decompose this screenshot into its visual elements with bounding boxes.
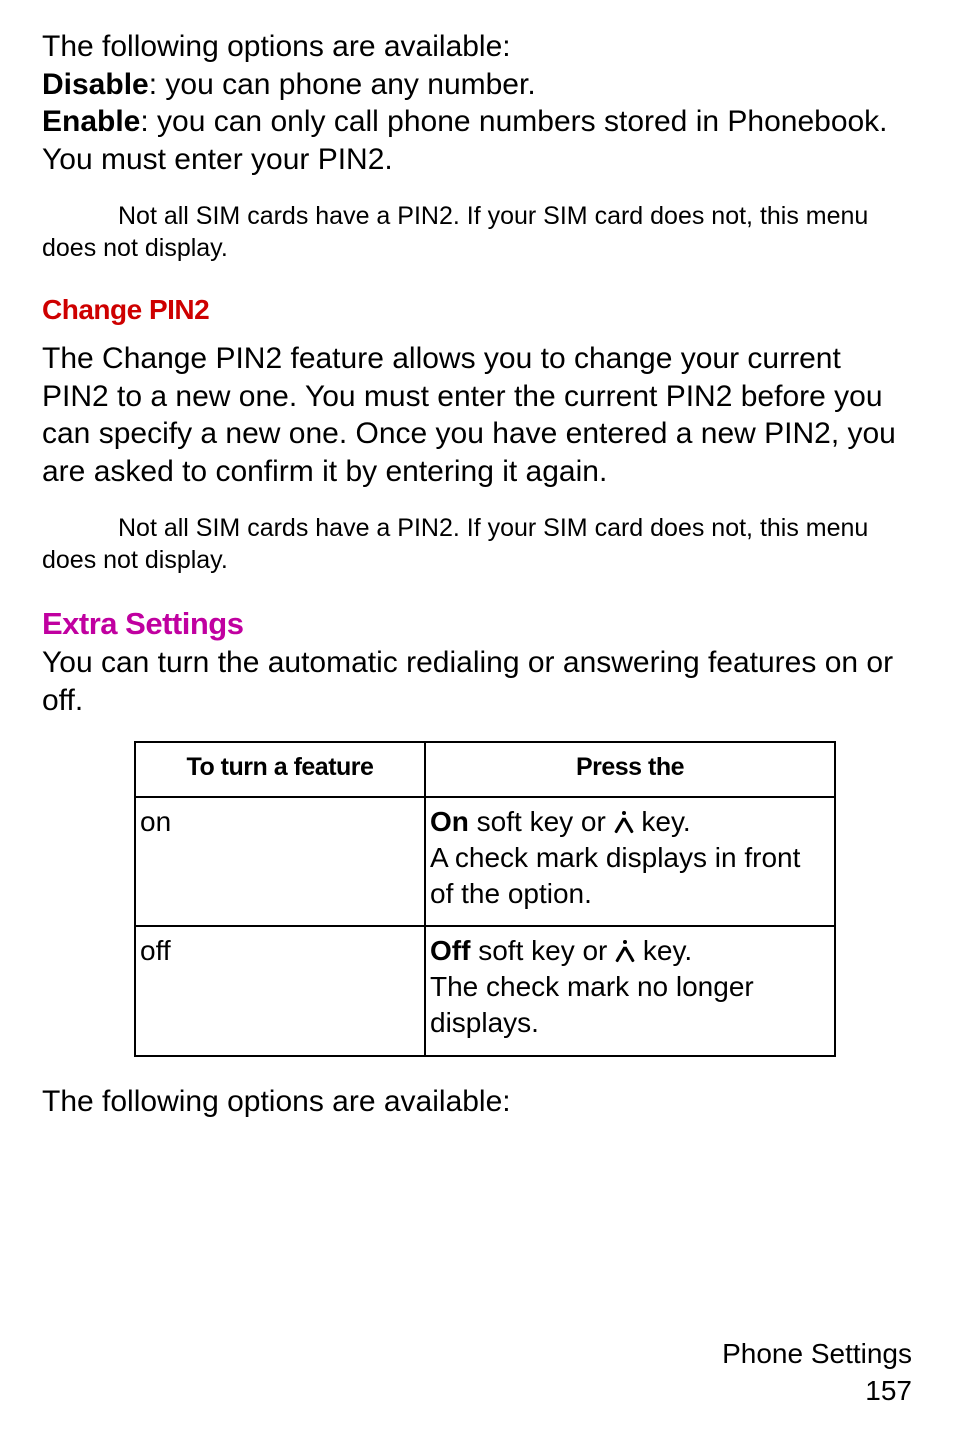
feature-table: To turn a feature Press the on On soft k…	[134, 741, 836, 1057]
intro-line1: The following options are available:	[42, 30, 511, 63]
page-footer: Phone Settings 157	[722, 1336, 912, 1409]
table-head-right: Press the	[425, 742, 835, 797]
change-pin2-para: The Change PIN2 feature allows you to ch…	[42, 340, 912, 490]
table-cell-off-left: off	[135, 926, 425, 1055]
footer-title: Phone Settings	[722, 1338, 912, 1369]
intro-disable-rest: : you can phone any number.	[149, 68, 536, 101]
heading-extra-settings: Extra Settings	[42, 606, 912, 642]
footer-page-number: 157	[865, 1375, 912, 1406]
table-cell-off-right: Off soft key or key. The check mark no l…	[425, 926, 835, 1055]
off-bold: Off	[430, 935, 470, 966]
table-cell-on-right: On soft key or key. A check mark display…	[425, 797, 835, 926]
table-row: on On soft key or key. A check mark disp…	[135, 797, 835, 926]
table-cell-on-left: on	[135, 797, 425, 926]
note2-line1: Not all SIM cards have a PIN2. If your S…	[118, 514, 868, 542]
off-tail: key.	[635, 935, 692, 966]
table-row: off Off soft key or key. The check mark …	[135, 926, 835, 1055]
nav-key-icon	[614, 811, 634, 833]
note1-line2: does not display.	[42, 232, 912, 264]
off-cont: The check mark no longer displays.	[430, 971, 754, 1038]
heading-change-pin2: Change PIN2	[42, 294, 912, 326]
note2-line2: does not display.	[42, 544, 912, 576]
table-header-row: To turn a feature Press the	[135, 742, 835, 797]
off-mid: soft key or	[470, 935, 615, 966]
outro-line: The following options are available:	[42, 1083, 912, 1121]
intro-enable-rest: : you can only call phone numbers stored…	[42, 105, 888, 176]
table-head-left: To turn a feature	[135, 742, 425, 797]
note1-line1: Not all SIM cards have a PIN2. If your S…	[118, 202, 868, 230]
on-bold: On	[430, 806, 469, 837]
on-tail: key.	[634, 806, 691, 837]
nav-key-icon	[615, 940, 635, 962]
intro-enable-bold: Enable	[42, 105, 140, 138]
on-cont: A check mark displays in front of the op…	[430, 842, 800, 909]
intro-block: The following options are available: Dis…	[42, 28, 912, 178]
intro-disable-bold: Disable	[42, 68, 149, 101]
on-mid: soft key or	[469, 806, 614, 837]
note-2: Not all SIM cards have a PIN2. If your S…	[42, 512, 912, 576]
extra-para: You can turn the automatic redialing or …	[42, 644, 912, 719]
note-1: Not all SIM cards have a PIN2. If your S…	[42, 200, 912, 264]
feature-table-wrap: To turn a feature Press the on On soft k…	[134, 741, 912, 1057]
